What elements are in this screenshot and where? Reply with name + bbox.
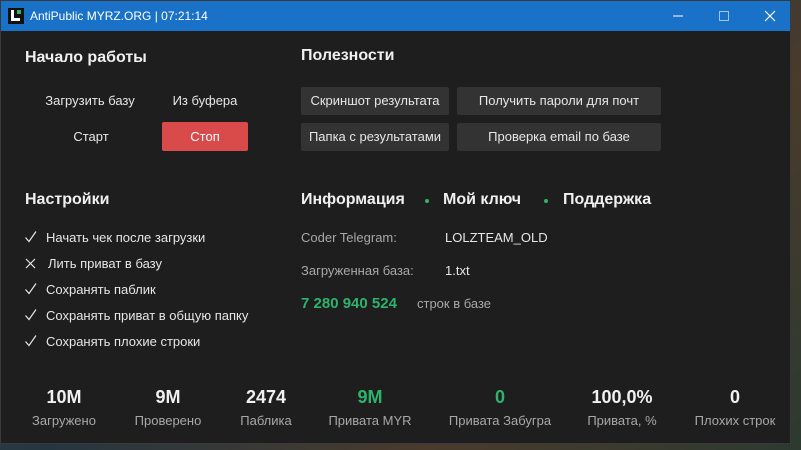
stat-label: Привата, % xyxy=(587,413,657,428)
lines-count-label: строк в базе xyxy=(417,296,492,311)
setting-label: Лить приват в базу xyxy=(48,256,162,271)
maximize-button[interactable] xyxy=(701,1,747,31)
stat-private-myr: 9M Привата MYR xyxy=(310,385,430,428)
window-title: AntiPublic MYRZ.ORG | 07:21:14 xyxy=(30,9,208,23)
stat-private-percent: 100,0% Привата, % xyxy=(562,385,682,428)
utilities-section-title: Полезности xyxy=(301,47,395,64)
stat-public: 2474 Паблика xyxy=(206,385,326,428)
start-section-title: Начало работы xyxy=(25,49,147,66)
stat-label: Привата MYR xyxy=(328,413,412,428)
separator-dot xyxy=(425,199,429,203)
close-button[interactable] xyxy=(747,1,793,31)
stat-bad-lines: 0 Плохих строк xyxy=(675,385,795,428)
loaded-base-label: Загруженная база: xyxy=(301,263,414,278)
checkmark-icon xyxy=(24,229,38,245)
from-clipboard-button[interactable]: Из буфера xyxy=(161,87,249,115)
stat-private-foreign: 0 Привата Забугра xyxy=(440,385,560,428)
stop-button[interactable]: Стоп xyxy=(162,122,248,151)
coder-telegram-value[interactable]: LOLZTEAM_OLD xyxy=(445,230,548,245)
stat-label: Плохих строк xyxy=(694,413,776,428)
checkmark-icon xyxy=(24,307,38,323)
tab-information[interactable]: Информация xyxy=(301,191,405,209)
stat-value: 0 xyxy=(729,387,740,407)
title-bar[interactable]: AntiPublic MYRZ.ORG | 07:21:14 xyxy=(1,1,790,31)
stat-label: Паблика xyxy=(240,413,292,428)
tab-support[interactable]: Поддержка xyxy=(563,191,651,209)
app-icon xyxy=(8,8,24,24)
app-window: AntiPublic MYRZ.ORG | 07:21:14 Начало ра… xyxy=(0,0,791,444)
start-button[interactable]: Старт xyxy=(47,123,135,151)
stat-label: Загружено xyxy=(32,413,96,428)
minimize-button[interactable] xyxy=(655,1,701,31)
loaded-base-value: 1.txt xyxy=(445,263,470,278)
close-icon xyxy=(764,10,776,22)
screenshot-button[interactable]: Скриншот результата xyxy=(301,87,449,115)
tab-my-key[interactable]: Мой ключ xyxy=(443,191,521,209)
setting-label: Начать чек после загрузки xyxy=(46,230,206,245)
checkmark-icon xyxy=(24,281,38,297)
results-folder-button[interactable]: Папка с результатами xyxy=(301,123,449,151)
lines-count: 7 280 940 524 xyxy=(301,295,397,312)
maximize-icon xyxy=(719,11,729,21)
checkmark-icon xyxy=(24,333,38,349)
cross-icon xyxy=(24,255,38,271)
stat-loaded: 10M Загружено xyxy=(4,385,124,428)
check-email-button[interactable]: Проверка email по базе xyxy=(457,123,661,151)
minimize-icon xyxy=(673,15,683,17)
coder-telegram-label: Coder Telegram: xyxy=(301,230,397,245)
stat-value: 100,0% xyxy=(591,387,653,407)
stat-value: 9M xyxy=(357,387,383,407)
load-db-button[interactable]: Загрузить базу xyxy=(31,87,149,115)
stat-label: Привата Забугра xyxy=(448,413,552,428)
stat-value: 10M xyxy=(46,387,82,407)
setting-label: Сохранять плохие строки xyxy=(46,334,201,349)
setting-label: Сохранять приват в общую папку xyxy=(46,308,249,323)
stat-value: 2474 xyxy=(245,387,287,407)
get-passwords-button[interactable]: Получить пароли для почт xyxy=(457,87,661,115)
settings-section-title: Настройки xyxy=(25,191,110,208)
stat-value: 0 xyxy=(494,387,505,407)
separator-dot xyxy=(544,199,548,203)
setting-label: Сохранять паблик xyxy=(46,282,156,297)
